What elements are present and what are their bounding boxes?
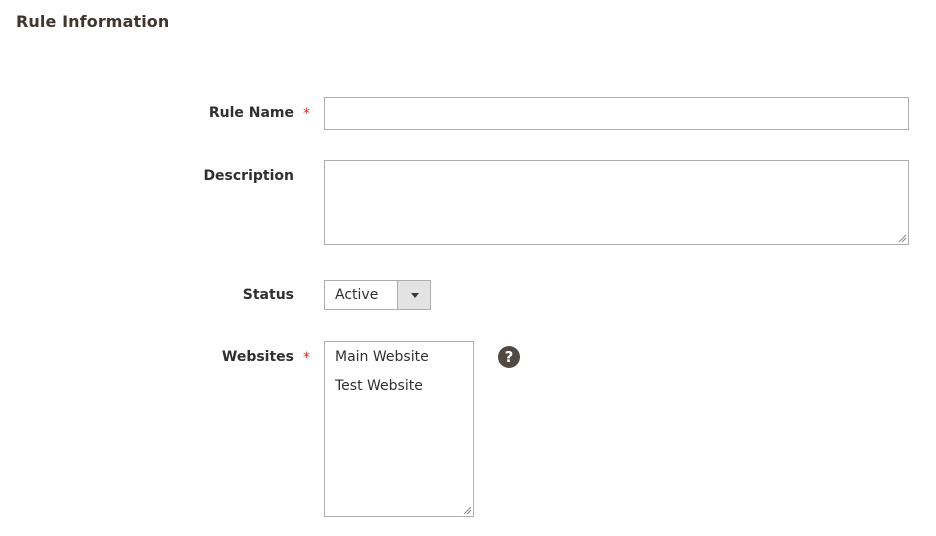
chevron-down-icon [411, 293, 419, 298]
status-dropdown-toggle[interactable] [397, 281, 430, 309]
rule-name-required-mark: * [303, 106, 310, 122]
websites-label: Websites [221, 349, 294, 365]
resize-grip-icon[interactable] [463, 506, 472, 515]
website-option-test[interactable]: Test Website [335, 378, 423, 394]
status-select[interactable]: Active [324, 280, 431, 310]
description-label: Description [203, 168, 294, 184]
rule-name-input[interactable] [324, 97, 909, 130]
status-label: Status [242, 287, 294, 303]
website-option-main[interactable]: Main Website [335, 349, 429, 365]
websites-multiselect[interactable]: Main Website Test Website [324, 341, 474, 517]
rule-name-label: Rule Name [208, 105, 294, 121]
rule-information-form: Rule Information Rule Name * Description… [0, 0, 936, 536]
question-circle-icon[interactable]: ? [498, 346, 520, 368]
status-selected-value: Active [335, 287, 379, 303]
resize-grip-icon[interactable] [898, 234, 907, 243]
section-title: Rule Information [16, 12, 170, 31]
websites-required-mark: * [303, 350, 310, 366]
description-textarea[interactable] [324, 160, 909, 245]
